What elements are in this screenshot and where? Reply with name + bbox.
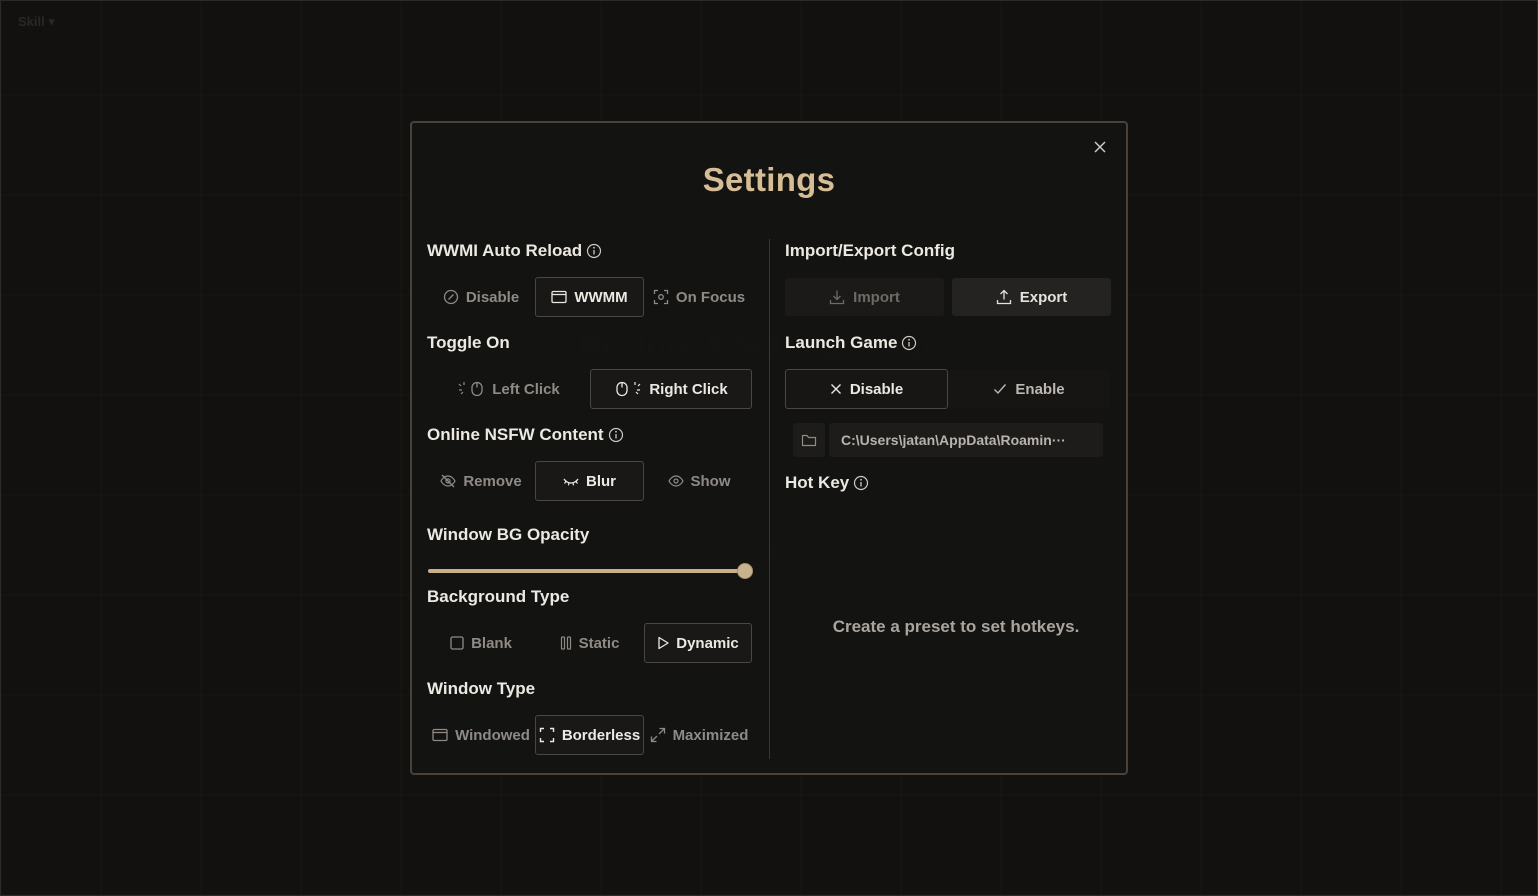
close-button[interactable] (1090, 137, 1110, 157)
auto-reload-option-wwmm[interactable]: WWMM (535, 277, 644, 317)
option-label: Disable (465, 288, 520, 306)
enable-label: Enable (1015, 380, 1065, 398)
opacity-slider[interactable] (428, 562, 753, 580)
background-type-label: Background Type (427, 587, 569, 607)
info-icon[interactable] (901, 335, 917, 351)
launch-game-enable-button[interactable]: Enable (948, 370, 1110, 408)
nsfw-label: Online NSFW Content (427, 425, 624, 445)
window-type-label: Window Type (427, 679, 535, 699)
auto-reload-option-disable[interactable]: Disable (427, 277, 535, 317)
auto-reload-label-text: WWMI Auto Reload (427, 241, 583, 260)
import-button[interactable]: Import (785, 278, 944, 316)
focus-icon (653, 289, 669, 305)
maximize-icon (650, 727, 665, 743)
option-label: Blur (586, 472, 616, 490)
option-label: WWMM (574, 288, 628, 306)
export-label: Export (1019, 288, 1068, 306)
background-type-label-text: Background Type (427, 587, 570, 606)
nsfw-option-remove[interactable]: Remove (427, 461, 535, 501)
dialog-title: Settings (702, 161, 836, 198)
window-icon (551, 290, 567, 304)
toggle-on-selector: Left Click Right Click (427, 369, 754, 409)
nsfw-label-text: Online NSFW Content (427, 425, 604, 444)
option-label: Blank (471, 634, 512, 652)
download-icon (830, 290, 845, 305)
window-type-option-windowed[interactable]: Windowed (427, 715, 535, 755)
toggle-on-option-left-click[interactable]: Left Click (427, 369, 590, 409)
browse-folder-button[interactable] (793, 423, 825, 457)
settings-dialog: Settings WWMI Auto Reload Disable WWMM O… (410, 121, 1128, 775)
auto-reload-option-on-focus[interactable]: On Focus (644, 277, 754, 317)
eye-icon (667, 475, 684, 487)
folder-icon (801, 434, 817, 447)
hotkey-label: Hot Key (785, 473, 869, 493)
option-label: Left Click (492, 380, 560, 398)
disable-circle-icon (443, 289, 458, 305)
auto-reload-selector: Disable WWMM On Focus (427, 277, 754, 317)
option-label: Static (578, 634, 620, 652)
option-label: Maximized (672, 726, 749, 744)
option-label: Dynamic (676, 634, 739, 652)
mouse-left-click-icon (458, 381, 483, 397)
game-path-field: C:\Users\jatan\AppData\Roamin··· (793, 423, 1103, 457)
fullscreen-icon (539, 727, 555, 743)
toggle-on-label-text: Toggle On (427, 333, 510, 352)
opacity-label: Window BG Opacity (427, 525, 589, 545)
background-type-selector: Blank Static Dynamic (427, 623, 754, 663)
mouse-right-click-icon (616, 381, 641, 397)
hotkey-label-text: Hot Key (785, 473, 850, 492)
launch-game-disable-button[interactable]: Disable (785, 369, 948, 409)
square-icon (450, 636, 464, 650)
slider-track (428, 569, 745, 573)
background-type-option-static[interactable]: Static (535, 623, 644, 663)
background-type-option-blank[interactable]: Blank (427, 623, 535, 663)
option-label: On Focus (675, 288, 746, 306)
option-label: Borderless (561, 726, 641, 744)
launch-game-label-text: Launch Game (785, 333, 898, 352)
toggle-on-option-right-click[interactable]: Right Click (590, 369, 752, 409)
option-label: Windowed (455, 726, 530, 744)
option-label: Show (690, 472, 731, 490)
upload-icon (996, 289, 1011, 305)
option-label: Right Click (649, 380, 728, 398)
close-icon (1094, 141, 1106, 153)
game-path-text[interactable]: C:\Users\jatan\AppData\Roamin··· (829, 423, 1103, 457)
close-icon (830, 384, 841, 394)
check-icon (994, 384, 1007, 395)
option-label: Remove (463, 472, 522, 490)
opacity-label-text: Window BG Opacity (427, 525, 590, 544)
auto-reload-label: WWMI Auto Reload (427, 241, 602, 261)
background-type-option-dynamic[interactable]: Dynamic (644, 623, 752, 663)
window-type-label-text: Window Type (427, 679, 536, 698)
slider-thumb[interactable] (737, 563, 753, 579)
import-label: Import (853, 288, 900, 306)
column-divider (769, 239, 770, 759)
eye-closed-icon (563, 478, 579, 486)
nsfw-option-show[interactable]: Show (644, 461, 754, 501)
toggle-on-label: Toggle On (427, 333, 510, 353)
eye-off-icon (440, 474, 456, 488)
import-export-label: Import/Export Config (785, 241, 955, 261)
info-icon[interactable] (608, 427, 624, 443)
window-type-option-borderless[interactable]: Borderless (535, 715, 644, 755)
nsfw-option-blur[interactable]: Blur (535, 461, 644, 501)
window-type-selector: Windowed Borderless Maximized (427, 715, 754, 755)
info-icon[interactable] (586, 243, 602, 259)
disable-label: Disable (849, 380, 904, 398)
import-export-label-text: Import/Export Config (785, 241, 955, 260)
window-type-option-maximized[interactable]: Maximized (644, 715, 754, 755)
window-icon (432, 728, 448, 742)
nsfw-selector: Remove Blur Show (427, 461, 754, 501)
hotkey-empty-message: Create a preset to set hotkeys. (832, 617, 1080, 636)
launch-game-label: Launch Game (785, 333, 917, 353)
play-icon (658, 636, 669, 650)
info-icon[interactable] (853, 475, 869, 491)
export-button[interactable]: Export (952, 278, 1111, 316)
pause-icon (560, 636, 571, 650)
